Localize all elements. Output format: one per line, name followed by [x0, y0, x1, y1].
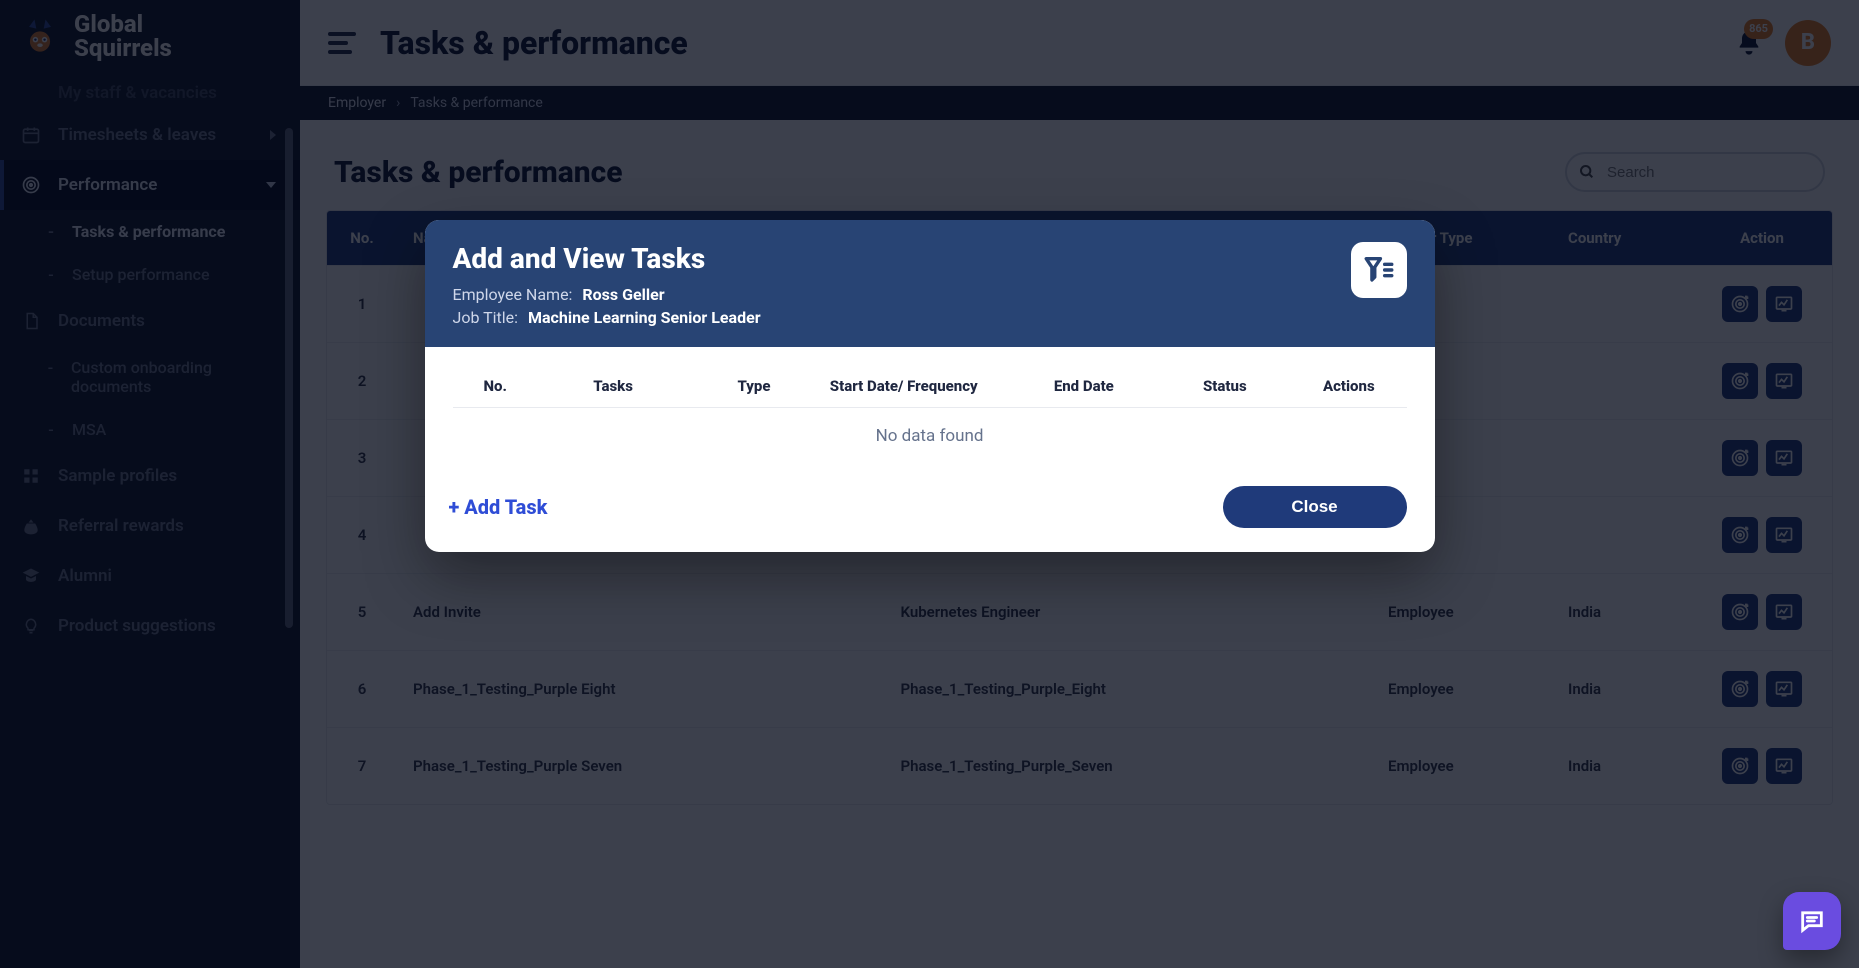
filter-list-icon — [1362, 253, 1396, 287]
modal-col-no: No. — [453, 365, 538, 408]
modal-col-start: Start Date/ Frequency — [820, 365, 1009, 408]
modal-header: Add and View Tasks Employee Name: Ross G… — [425, 220, 1435, 347]
employee-name-label: Employee Name: — [453, 285, 573, 304]
modal-col-type: Type — [688, 365, 820, 408]
modal-title: Add and View Tasks — [453, 242, 1335, 275]
modal-col-status: Status — [1159, 365, 1292, 408]
filter-button[interactable] — [1351, 242, 1407, 298]
modal-col-tasks: Tasks — [538, 365, 688, 408]
modal-col-actions: Actions — [1291, 365, 1406, 408]
employee-name-value: Ross Geller — [582, 285, 664, 304]
chat-icon — [1798, 907, 1826, 935]
chat-widget-button[interactable] — [1783, 892, 1841, 950]
close-button[interactable]: Close — [1223, 486, 1407, 528]
modal-footer: + Add Task Close — [425, 472, 1435, 552]
add-view-tasks-modal: Add and View Tasks Employee Name: Ross G… — [425, 220, 1435, 552]
modal-body: No. Tasks Type Start Date/ Frequency End… — [425, 347, 1435, 472]
add-task-button[interactable]: + Add Task — [449, 495, 548, 519]
no-data-message: No data found — [453, 408, 1407, 465]
modal-overlay[interactable]: Add and View Tasks Employee Name: Ross G… — [0, 0, 1859, 968]
job-title-value: Machine Learning Senior Leader — [528, 308, 761, 327]
modal-col-end: End Date — [1009, 365, 1158, 408]
job-title-label: Job Title: — [453, 308, 519, 327]
tasks-table: No. Tasks Type Start Date/ Frequency End… — [453, 365, 1407, 464]
